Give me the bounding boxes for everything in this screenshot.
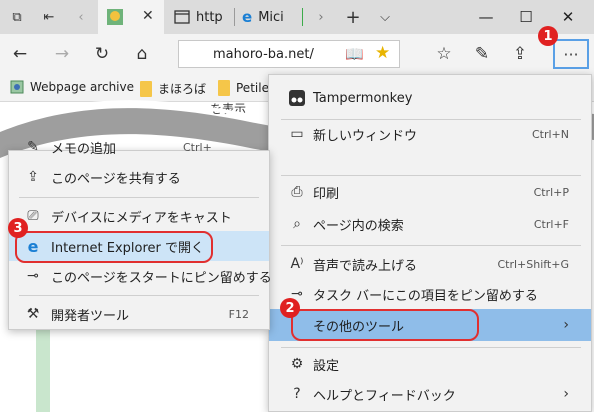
menu-item-label: メモの追加 [51, 141, 117, 157]
settings-and-more-button[interactable]: ··· [553, 39, 589, 69]
page-icon [174, 10, 190, 24]
refresh-icon[interactable]: ↻ [90, 42, 114, 66]
menu-item-cast-media[interactable]: ⎚ デバイスにメディアをキャスト [9, 201, 269, 231]
web-note-icon[interactable]: ✎ [470, 42, 494, 66]
printer-icon: ⎙ [291, 184, 303, 200]
menu-item-label: 開発者ツール [51, 308, 130, 324]
menu-item-tampermonkey[interactable]: Tampermonkey [269, 83, 591, 113]
gear-icon: ⚙ [290, 356, 304, 372]
tab-close-icon[interactable]: ✕ [142, 8, 154, 24]
favorite-star-icon[interactable]: ★ [375, 43, 390, 63]
site-favicon-icon [107, 9, 123, 25]
read-aloud-icon: A⁾ [290, 256, 304, 272]
menu-item-help-feedback[interactable]: ? ヘルプとフィードバック › [269, 379, 591, 409]
highlight-oval-open-in-ie [15, 231, 213, 263]
tab-scroll-right-icon[interactable]: › [312, 8, 330, 26]
menu-separator [281, 347, 581, 348]
menu-item-label: 印刷 [313, 186, 340, 202]
menu-separator [281, 245, 581, 246]
submenu-chevron-icon: › [563, 386, 569, 402]
menu-item-shortcut: Ctrl+F [533, 217, 569, 231]
active-tab[interactable]: ✕ [98, 0, 164, 34]
tampermonkey-icon [287, 88, 307, 108]
tab-label: http [196, 9, 223, 25]
menu-item-add-notes[interactable]: ✎ メモの追加 Ctrl+ [9, 132, 269, 162]
menu-separator [281, 175, 581, 176]
more-dots-icon: ··· [563, 44, 579, 64]
menu-item-settings[interactable]: ⚙ 設定 [269, 349, 591, 379]
menu-item-share-page[interactable]: ⇪ このページを共有する [9, 162, 269, 192]
menu-item-pin-to-taskbar[interactable]: ⊸ タスク バーにこの項目をピン留めする [269, 279, 591, 309]
step-badge-2: 2 [280, 298, 300, 318]
minimize-icon[interactable]: — [464, 0, 508, 34]
address-text: mahoro-ba.net/ [213, 46, 314, 62]
tab-mici[interactable]: e Mici [238, 0, 284, 34]
menu-item-label: タスク バーにこの項目をピン留めする [313, 288, 538, 304]
highlight-oval-more-tools [291, 309, 479, 341]
forward-icon[interactable]: → [50, 42, 74, 66]
menu-item-shortcut: Ctrl+ [183, 140, 212, 154]
menu-item-label: このページを共有する [51, 171, 181, 187]
menu-item-label: 新しいウィンドウ [313, 128, 418, 144]
menu-item-label: 設定 [313, 358, 340, 374]
menu-item-shortcut: F12 [228, 307, 249, 321]
share-icon[interactable]: ⇪ [508, 42, 532, 66]
menu-item-new-window[interactable]: ▭ 新しいウィンドウ Ctrl+N [269, 119, 591, 149]
home-icon[interactable]: ⌂ [130, 42, 154, 66]
set-tabs-aside-icon[interactable]: ⇤ [40, 8, 58, 26]
menu-item-read-aloud[interactable]: A⁾ 音声で読み上げる Ctrl+Shift+G [269, 249, 591, 279]
menu-item-label: ページ内の検索 [313, 218, 404, 234]
pin-icon: ⊸ [27, 268, 39, 284]
new-tab-icon[interactable]: + [344, 7, 362, 28]
tab-divider [234, 8, 235, 26]
favorites-hub-icon[interactable]: ☆ [432, 42, 456, 66]
tab-http[interactable]: http [170, 0, 223, 34]
new-window-icon: ▭ [290, 126, 304, 142]
settings-menu: Tampermonkey ▭ 新しいウィンドウ Ctrl+N ⎙ 印刷 Ctrl… [268, 74, 592, 412]
search-icon: ⌕ [293, 216, 301, 232]
menu-item-label: デバイスにメディアをキャスト [51, 210, 232, 226]
menu-item-print[interactable]: ⎙ 印刷 Ctrl+P [269, 177, 591, 207]
menu-item-label: ヘルプとフィードバック [313, 388, 456, 404]
menu-item-label: Tampermonkey [313, 90, 413, 106]
step-badge-3: 3 [8, 218, 28, 238]
menu-item-shortcut: Ctrl+P [533, 185, 569, 199]
help-icon: ? [293, 386, 301, 402]
tab-scroll-left-icon[interactable]: ‹ [72, 8, 90, 26]
share-icon: ⇪ [27, 169, 39, 185]
tab-manager-icon[interactable]: ⧉ [8, 8, 26, 26]
submenu-chevron-icon: › [563, 317, 569, 333]
reading-view-icon[interactable]: 📖 [345, 45, 364, 63]
edge-logo-icon: e [242, 8, 253, 26]
address-bar[interactable]: mahoro-ba.net/ 📖 ★ [178, 40, 400, 68]
tab-preview-chevron-icon[interactable]: ⌵ [376, 8, 394, 26]
menu-item-find-on-page[interactable]: ⌕ ページ内の検索 Ctrl+F [269, 209, 591, 239]
menu-item-label: このページをスタートにピン留めする [51, 270, 272, 286]
step-badge-1: 1 [538, 26, 558, 46]
menu-item-shortcut: Ctrl+Shift+G [497, 257, 569, 271]
more-tools-submenu: ✎ メモの追加 Ctrl+ ⇪ このページを共有する ⎚ デバイスにメディアをキ… [8, 139, 272, 330]
menu-separator [19, 197, 259, 198]
menu-item-shortcut: Ctrl+N [531, 127, 569, 141]
pen-icon: ✎ [27, 139, 39, 155]
tab-divider [302, 8, 303, 26]
menu-item-pin-to-start[interactable]: ⊸ このページをスタートにピン留めする [9, 261, 272, 291]
menu-separator [19, 295, 259, 296]
tab-label: Mici [258, 9, 284, 25]
tab-strip: ⧉ ⇤ ‹ ✕ http e Mici › + ⌵ — ☐ ✕ [0, 0, 594, 34]
menu-item-label: 音声で読み上げる [313, 258, 418, 274]
developer-tools-icon: ⚒ [26, 306, 40, 322]
menu-item-developer-tools[interactable]: ⚒ 開発者ツール F12 [9, 299, 269, 329]
back-icon[interactable]: ← [8, 42, 32, 66]
